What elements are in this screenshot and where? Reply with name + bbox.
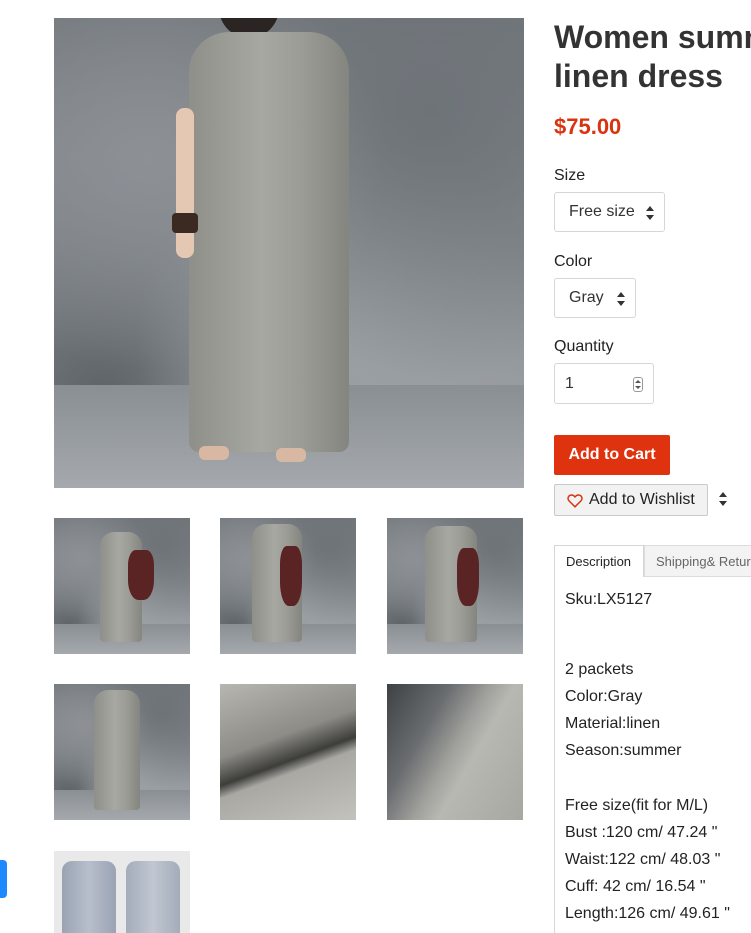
product-price: $75.00 — [554, 114, 622, 139]
size-select[interactable]: Free size — [554, 192, 665, 232]
desc-sku: Sku:LX5127 — [565, 591, 653, 608]
quantity-label: Quantity — [554, 338, 614, 355]
add-to-wishlist-button[interactable]: Add to Wishlist — [554, 484, 708, 516]
heart-icon — [567, 494, 583, 508]
tab-description[interactable]: Description — [554, 545, 644, 577]
product-tabs: Description Shipping& Retur — [554, 545, 751, 577]
thumbnail-7[interactable] — [54, 851, 190, 933]
product-title-line-2: linen dress — [554, 58, 723, 94]
select-arrows-icon — [646, 205, 654, 221]
desc-cuff: Cuff: 42 cm/ 16.54 " — [565, 878, 706, 895]
quantity-input[interactable]: 1 — [554, 363, 654, 404]
product-title-line-1: Women summ — [554, 19, 751, 55]
size-label: Size — [554, 167, 586, 184]
thumbnail-6[interactable] — [387, 684, 523, 820]
desc-size: Free size(fit for M/L) — [565, 797, 709, 814]
desc-waist: Waist:122 cm/ 48.03 " — [565, 851, 721, 868]
color-label: Color — [554, 253, 593, 270]
desc-season: Season:summer — [565, 742, 682, 759]
quantity-value: 1 — [565, 374, 574, 392]
color-select[interactable]: Gray — [554, 278, 636, 318]
desc-length: Length:126 cm/ 49.61 " — [565, 905, 730, 922]
description-panel: Sku:LX5127 2 packets Color:Gray Material… — [554, 576, 751, 933]
desc-color: Color:Gray — [565, 688, 643, 705]
wishlist-select-arrows-icon[interactable] — [719, 491, 727, 507]
add-to-wishlist-label: Add to Wishlist — [589, 491, 695, 508]
desc-bust: Bust :120 cm/ 47.24 " — [565, 824, 718, 841]
thumbnail-1[interactable] — [54, 518, 190, 654]
desc-packets: 2 packets — [565, 661, 634, 678]
thumbnail-5[interactable] — [220, 684, 356, 820]
select-arrows-icon — [617, 291, 625, 307]
thumbnail-4[interactable] — [54, 684, 190, 820]
desc-material: Material:linen — [565, 715, 661, 732]
spinner-icon[interactable] — [633, 377, 643, 392]
thumbnail-3[interactable] — [387, 518, 523, 654]
tab-shipping-returns[interactable]: Shipping& Retur — [644, 545, 751, 577]
main-product-image[interactable] — [54, 18, 524, 488]
add-to-cart-button[interactable]: Add to Cart — [554, 435, 670, 475]
color-select-value: Gray — [569, 289, 604, 306]
size-select-value: Free size — [569, 203, 635, 220]
side-tab[interactable] — [0, 860, 7, 898]
thumbnail-2[interactable] — [220, 518, 356, 654]
product-title: Women summ linen dress — [554, 18, 751, 96]
